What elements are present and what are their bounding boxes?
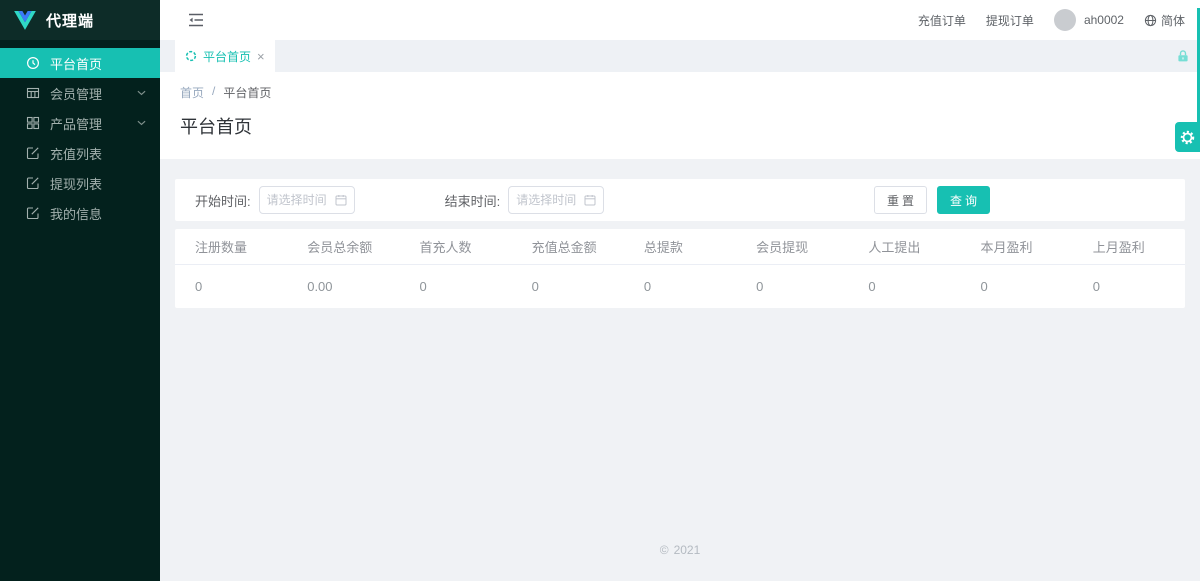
search-button[interactable]: 查询 (937, 186, 990, 214)
dashboard-icon (26, 56, 40, 70)
language-label: 简体 (1161, 12, 1185, 29)
footer: © 2021 (175, 543, 1185, 581)
topbar: 充值订单 提现订单 ah0002 简体 (160, 0, 1200, 40)
cell-register-count: 0 (175, 264, 287, 308)
cell-member-total-balance: 0.00 (287, 264, 399, 308)
end-time-label: 结束时间: (445, 191, 501, 210)
sidebar-item-label: 我的信息 (50, 204, 146, 223)
cell-recharge-total: 0 (512, 264, 624, 308)
footer-year: 2021 (674, 543, 701, 557)
sidebar-item-label: 产品管理 (50, 114, 137, 133)
sidebar-item-withdraw-list[interactable]: 提现列表 (0, 168, 160, 198)
cell-manual-withdraw: 0 (848, 264, 960, 308)
end-time-group: 结束时间: (445, 186, 605, 214)
cell-first-charge-count: 0 (399, 264, 511, 308)
tab-platform-home[interactable]: 平台首页 × (175, 40, 275, 72)
col-header: 会员提现 (736, 229, 848, 264)
content: 开始时间: 结束时间: (160, 159, 1200, 581)
app-logo: 代理端 (0, 0, 160, 40)
sidebar: 代理端 平台首页 (0, 0, 160, 581)
tab-bar: 平台首页 × (160, 40, 1200, 72)
sidebar-item-label: 会员管理 (50, 84, 137, 103)
stats-table-card: 注册数量 会员总余额 首充人数 充值总金额 总提款 会员提现 人工提出 本月盈利… (175, 229, 1185, 308)
end-time-input[interactable] (516, 193, 580, 207)
sidebar-menu: 平台首页 会员管理 (0, 40, 160, 228)
col-header: 首充人数 (399, 229, 511, 264)
col-header: 人工提出 (848, 229, 960, 264)
stats-table: 注册数量 会员总余额 首充人数 充值总金额 总提款 会员提现 人工提出 本月盈利… (175, 229, 1185, 308)
user-menu[interactable]: ah0002 (1054, 9, 1124, 31)
cell-last-month-profit: 0 (1073, 264, 1185, 308)
chevron-down-icon (137, 90, 146, 96)
topbar-right: 充值订单 提现订单 ah0002 简体 (918, 9, 1185, 31)
edit-square-icon (26, 206, 40, 220)
col-header: 本月盈利 (961, 229, 1073, 264)
table-row: 0 0.00 0 0 0 0 0 0 0 (175, 264, 1185, 308)
page-header: 首页 / 平台首页 平台首页 (160, 72, 1200, 159)
breadcrumb-home[interactable]: 首页 (180, 84, 204, 101)
username: ah0002 (1084, 13, 1124, 27)
copyright-icon: © (660, 543, 669, 557)
refresh-icon[interactable] (185, 50, 197, 62)
sidebar-item-label: 平台首页 (50, 54, 146, 73)
end-time-picker[interactable] (508, 186, 604, 214)
menu-fold-icon[interactable] (188, 13, 204, 27)
language-switch[interactable]: 简体 (1144, 12, 1185, 29)
edit-square-icon (26, 146, 40, 160)
app-title: 代理端 (46, 10, 94, 31)
withdraw-orders-link[interactable]: 提现订单 (986, 12, 1034, 29)
avatar (1054, 9, 1076, 31)
filter-actions: 重置 查询 (874, 186, 990, 214)
reset-button[interactable]: 重置 (874, 186, 927, 214)
col-header: 注册数量 (175, 229, 287, 264)
table-header-row: 注册数量 会员总余额 首充人数 充值总金额 总提款 会员提现 人工提出 本月盈利… (175, 229, 1185, 264)
app-window: 代理端 平台首页 (0, 0, 1200, 581)
recharge-orders-link[interactable]: 充值订单 (918, 12, 966, 29)
calendar-icon (584, 194, 596, 206)
breadcrumb-current: 平台首页 (223, 84, 271, 101)
sidebar-item-my-info[interactable]: 我的信息 (0, 198, 160, 228)
start-time-picker[interactable] (259, 186, 355, 214)
sidebar-item-product-management[interactable]: 产品管理 (0, 108, 160, 138)
tab-label: 平台首页 (203, 48, 251, 65)
sidebar-item-platform-home[interactable]: 平台首页 (0, 48, 160, 78)
main-area: 充值订单 提现订单 ah0002 简体 (160, 0, 1200, 581)
edit-square-icon (26, 176, 40, 190)
lock-icon[interactable] (1176, 49, 1190, 63)
breadcrumb-separator: / (212, 84, 215, 101)
page-title: 平台首页 (180, 113, 1180, 139)
sidebar-item-member-management[interactable]: 会员管理 (0, 78, 160, 108)
breadcrumb: 首页 / 平台首页 (180, 84, 1180, 101)
cell-month-profit: 0 (961, 264, 1073, 308)
start-time-label: 开始时间: (195, 191, 251, 210)
sidebar-item-label: 充值列表 (50, 144, 146, 163)
close-icon[interactable]: × (257, 50, 265, 63)
start-time-input[interactable] (267, 193, 331, 207)
globe-icon (1144, 14, 1157, 27)
col-header: 总提款 (624, 229, 736, 264)
col-header: 上月盈利 (1073, 229, 1185, 264)
vue-logo-icon (14, 11, 36, 30)
cell-member-withdraw: 0 (736, 264, 848, 308)
appstore-icon (26, 116, 40, 130)
col-header: 充值总金额 (512, 229, 624, 264)
chevron-down-icon (137, 120, 146, 126)
filter-bar: 开始时间: 结束时间: (175, 179, 1185, 221)
cell-total-withdraw: 0 (624, 264, 736, 308)
col-header: 会员总余额 (287, 229, 399, 264)
sidebar-item-recharge-list[interactable]: 充值列表 (0, 138, 160, 168)
settings-button[interactable] (1175, 122, 1200, 152)
sidebar-item-label: 提现列表 (50, 174, 146, 193)
calendar-icon (335, 194, 347, 206)
gear-icon (1179, 129, 1196, 146)
table-icon (26, 86, 40, 100)
